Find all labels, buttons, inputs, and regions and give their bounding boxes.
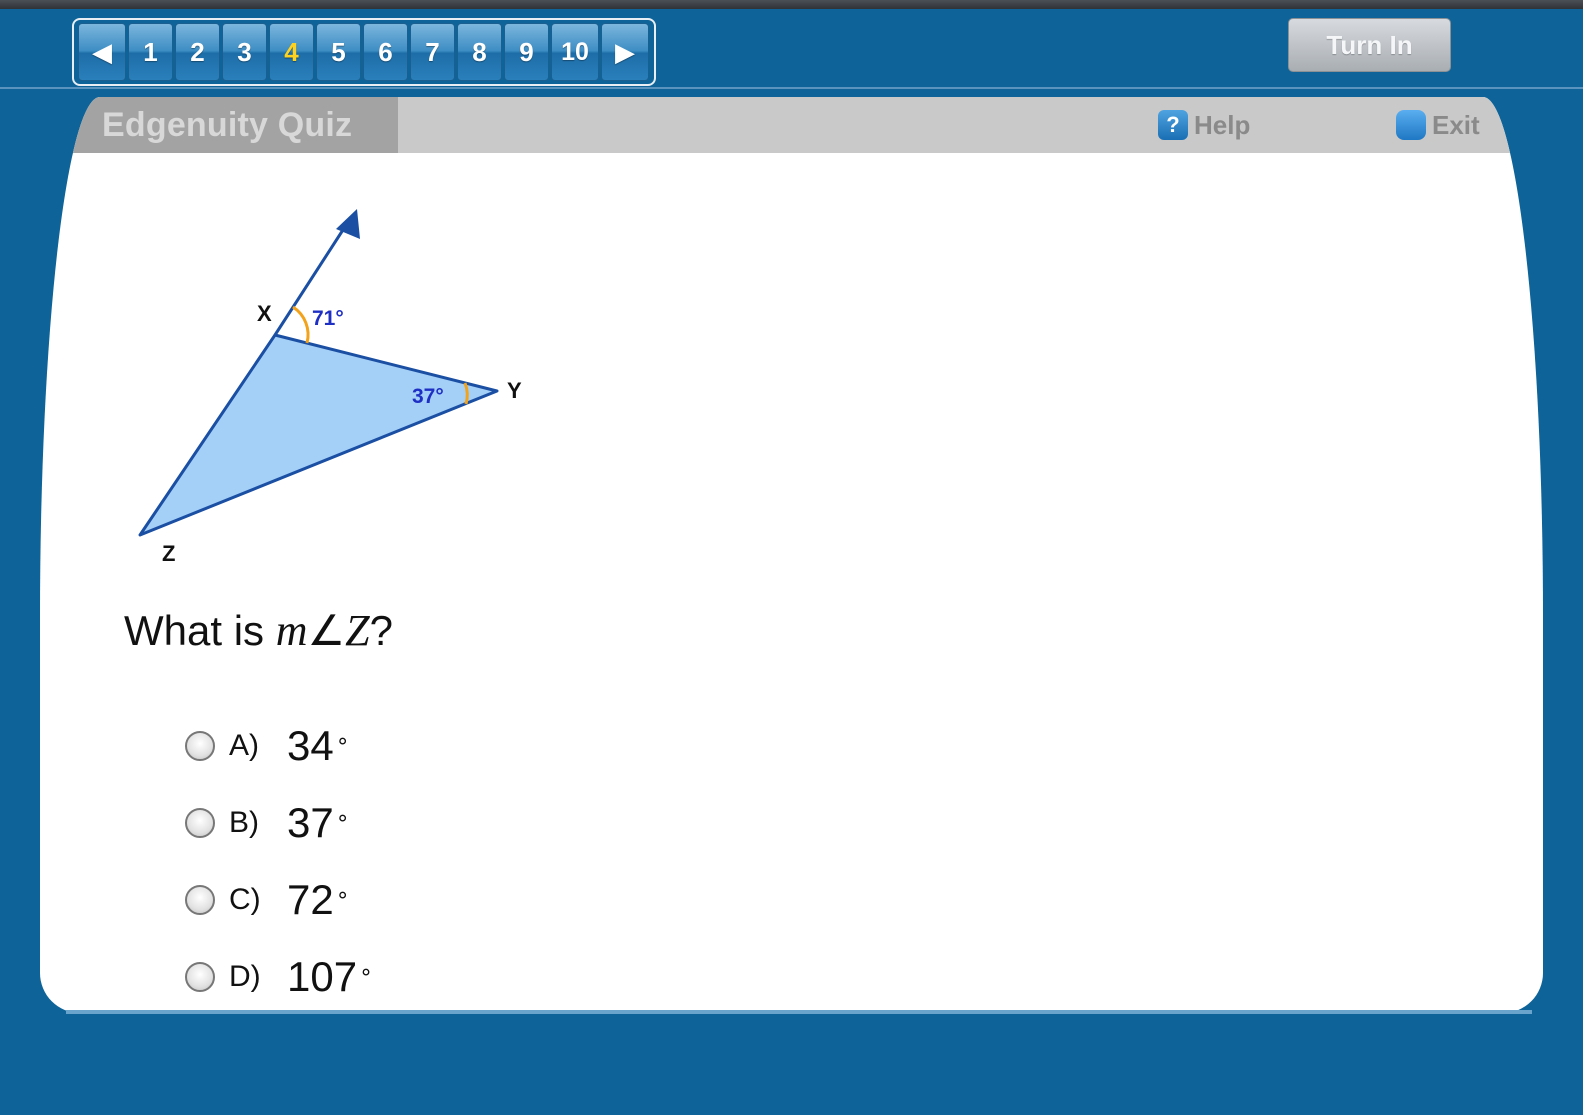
choice-b[interactable]: B) 37∘: [185, 784, 373, 861]
question-4-button[interactable]: 4: [269, 23, 314, 81]
choice-c[interactable]: C) 72∘: [185, 861, 373, 938]
question-10-button[interactable]: 10: [551, 23, 599, 81]
top-window-strip: [0, 0, 1583, 9]
choice-a-number: 34: [287, 721, 334, 769]
choice-a-radio[interactable]: [185, 730, 215, 761]
choice-c-letter: C): [229, 882, 261, 916]
question-angle-symbol: ∠: [307, 607, 346, 654]
angle-y-label: 37°: [412, 385, 444, 408]
choice-d-value: 107∘: [287, 953, 373, 1001]
choice-c-number: 72: [287, 875, 334, 923]
question-6-button[interactable]: 6: [363, 23, 408, 81]
panel-bottom-divider: [66, 1010, 1532, 1014]
triangle-figure: X Y Z 71° 37°: [138, 209, 522, 566]
exit-link[interactable]: Exit: [1396, 109, 1480, 141]
choice-d-degree: ∘: [359, 958, 373, 984]
question-2-button[interactable]: 2: [175, 23, 220, 81]
turn-in-button[interactable]: Turn In: [1288, 18, 1451, 72]
choice-d[interactable]: D) 107∘: [185, 938, 373, 1013]
help-icon: ?: [1158, 110, 1188, 140]
vertex-z-label: Z: [162, 541, 175, 566]
quiz-panel: Edgenuity Quiz ? Help Exit X Y Z 71° 37°…: [40, 97, 1543, 1013]
question-suffix: ?: [369, 607, 393, 654]
choice-a-letter: A): [229, 728, 259, 762]
question-text: What is m∠Z?: [124, 605, 393, 656]
help-label: Help: [1194, 109, 1251, 140]
choice-b-letter: B): [229, 805, 259, 839]
choice-c-value: 72∘: [287, 876, 350, 924]
answer-choices: A) 34∘ B) 37∘ C) 72∘ D) 107∘: [185, 707, 373, 1013]
question-prefix: What is: [124, 607, 276, 654]
next-question-button[interactable]: ▶: [601, 23, 649, 81]
choice-c-degree: ∘: [335, 881, 350, 907]
panel-title: Edgenuity Quiz: [50, 97, 398, 153]
question-3-button[interactable]: 3: [222, 23, 267, 81]
previous-question-button[interactable]: ◀: [78, 23, 126, 81]
question-8-button[interactable]: 8: [457, 23, 502, 81]
vertex-x-label: X: [257, 301, 272, 326]
choice-a[interactable]: A) 34∘: [185, 707, 373, 784]
choice-c-radio[interactable]: [185, 884, 215, 915]
question-vertex: Z: [345, 606, 370, 655]
triangle-xyz: [138, 333, 499, 537]
choice-b-radio[interactable]: [185, 807, 215, 838]
exit-icon: [1396, 110, 1426, 140]
question-measure-symbol: m: [275, 606, 308, 655]
exterior-angle-arc: [292, 305, 310, 344]
choice-b-number: 37: [287, 798, 334, 846]
question-5-button[interactable]: 5: [316, 23, 361, 81]
question-7-button[interactable]: 7: [410, 23, 455, 81]
choice-d-number: 107: [287, 952, 358, 1000]
exterior-angle-label: 71°: [312, 307, 344, 330]
exit-label: Exit: [1432, 109, 1480, 140]
choice-a-degree: ∘: [335, 727, 350, 753]
vertex-y-label: Y: [507, 378, 522, 403]
choice-d-radio[interactable]: [185, 961, 215, 992]
choice-a-value: 34∘: [287, 722, 350, 770]
header-divider: [0, 87, 1583, 89]
choice-d-letter: D): [229, 959, 261, 993]
question-navigator: ◀ 1 2 3 4 5 6 7 8 9 10 ▶: [72, 18, 656, 86]
choice-b-value: 37∘: [287, 799, 350, 847]
help-link[interactable]: ? Help: [1158, 109, 1250, 141]
question-9-button[interactable]: 9: [504, 23, 549, 81]
choice-b-degree: ∘: [335, 804, 350, 830]
question-1-button[interactable]: 1: [128, 23, 173, 81]
